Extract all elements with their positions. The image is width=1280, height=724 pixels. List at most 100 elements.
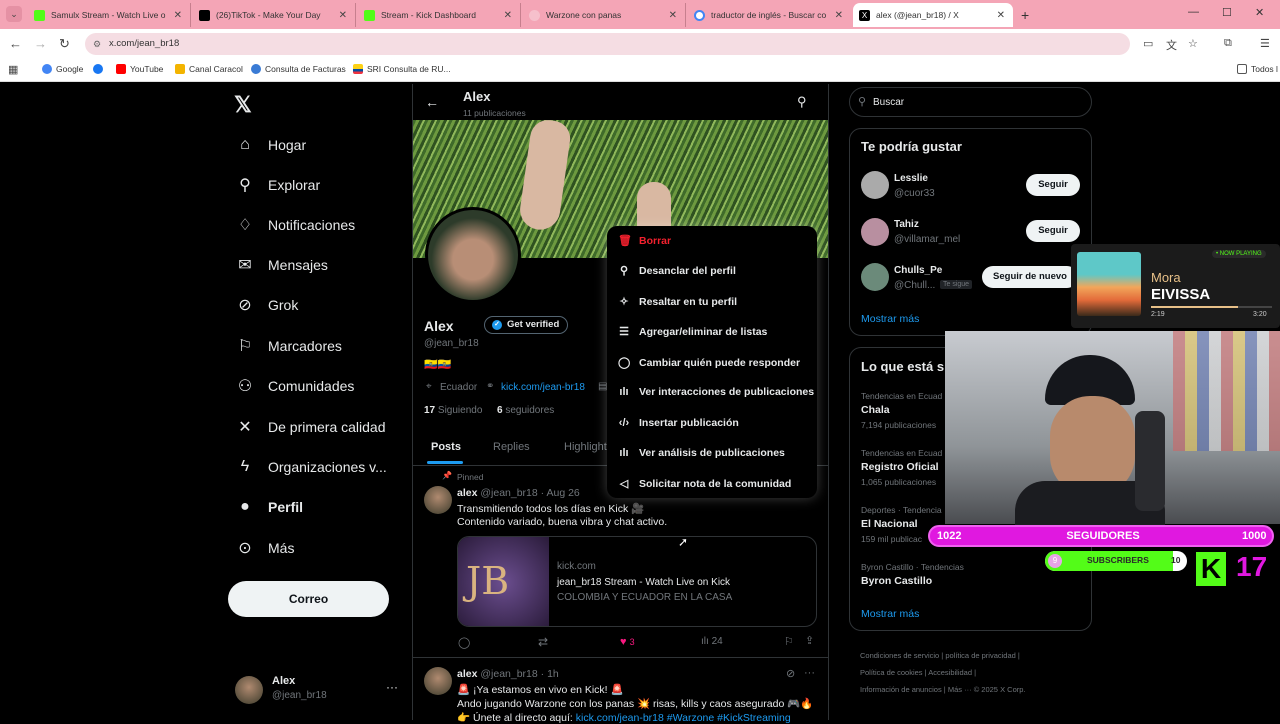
tab-kick-dashboard[interactable]: Stream - Kick Dashboard ✕: [358, 3, 521, 27]
search-input[interactable]: ⚲ Buscar: [849, 87, 1092, 117]
post-time[interactable]: · 1h: [541, 668, 559, 680]
search-icon[interactable]: ⚲: [797, 94, 807, 110]
like-button[interactable]: ♥ 3: [620, 636, 635, 648]
tab-samulx[interactable]: Samulx Stream - Watch Live on ✕: [28, 3, 191, 27]
post-avatar[interactable]: [424, 667, 452, 695]
reload-icon[interactable]: ↻: [59, 36, 70, 52]
nav-bookmarks[interactable]: ⚐ Marcadores: [235, 331, 342, 361]
suggested-user-name[interactable]: Lesslie: [894, 173, 928, 184]
bookmark-facturas[interactable]: Consulta de Facturas: [251, 64, 346, 74]
menu-embed[interactable]: ‹/› Insertar publicación: [618, 417, 739, 429]
cast-icon[interactable]: ▭: [1143, 37, 1153, 50]
following-link[interactable]: 17 Siguiendo: [424, 405, 482, 416]
nav-notifications[interactable]: ♢ Notificaciones: [235, 210, 355, 240]
tab-close-icon[interactable]: ✕: [339, 10, 347, 21]
avatar[interactable]: [861, 263, 889, 291]
nav-home[interactable]: ⌂ Hogar: [235, 130, 306, 160]
post-time[interactable]: · Aug 26: [541, 487, 580, 499]
nav-profile[interactable]: ● Perfil: [235, 492, 303, 522]
footer-link[interactable]: Política de cookies: [860, 668, 923, 677]
post-link[interactable]: kick.com/jean-br18 #Warzone #KickStreami…: [576, 712, 791, 724]
tab-close-icon[interactable]: ✕: [174, 10, 182, 21]
tab-highlights[interactable]: Highlight: [564, 441, 607, 453]
bookmark-sri[interactable]: SRI Consulta de RU...: [353, 64, 451, 74]
get-verified-button[interactable]: ✓ Get verified: [484, 316, 569, 334]
nav-verified-orgs[interactable]: ϟ Organizaciones v...: [235, 452, 387, 482]
follow-button[interactable]: Seguir: [1026, 220, 1080, 242]
tab-close-icon[interactable]: ✕: [669, 10, 677, 21]
trend-name[interactable]: Chala: [861, 404, 890, 416]
menu-highlight[interactable]: ✧ Resaltar en tu perfil: [618, 295, 737, 309]
footer-link[interactable]: Más ···: [948, 685, 972, 694]
followers-link[interactable]: 6 seguidores: [497, 405, 554, 416]
tab-posts[interactable]: Posts: [431, 441, 461, 453]
profile-menu-icon[interactable]: ☰: [1260, 37, 1270, 50]
nav-more[interactable]: ⊙ Más: [235, 533, 294, 563]
share-icon[interactable]: ⇪: [805, 634, 814, 647]
bookmark-facebook[interactable]: [93, 64, 107, 74]
back-icon[interactable]: ←: [9, 36, 22, 51]
account-switcher[interactable]: [235, 676, 263, 704]
tab-x-profile[interactable]: Xalex (@jean_br18) / X ✕: [853, 3, 1013, 27]
post-author-name[interactable]: alex: [457, 668, 477, 680]
bookmark-google[interactable]: Google: [42, 64, 83, 74]
grok-post-icon[interactable]: ⊘: [786, 667, 795, 680]
bookmark-caracol[interactable]: Canal Caracol: [175, 64, 243, 74]
views-button[interactable]: ılı 24: [701, 636, 723, 647]
footer-link[interactable]: Información de anuncios: [860, 685, 942, 694]
site-info-icon[interactable]: ⚙: [93, 33, 101, 55]
follow-back-button[interactable]: Seguir de nuevo: [982, 266, 1078, 288]
nav-explore[interactable]: ⚲ Explorar: [235, 170, 320, 200]
menu-analytics[interactable]: ılı Ver análisis de publicaciones: [618, 447, 785, 459]
tab-search-icon[interactable]: ⌄: [6, 6, 22, 22]
tab-traductor[interactable]: traductor de inglés - Buscar con ✕: [688, 3, 851, 27]
avatar[interactable]: [861, 171, 889, 199]
suggested-user-name[interactable]: Chulls_Pe: [894, 265, 942, 276]
menu-unpin[interactable]: ⚲ Desanclar del perfil: [618, 264, 736, 278]
translate-icon[interactable]: 文: [1166, 37, 1177, 53]
footer-link[interactable]: Accesibilidad: [928, 668, 972, 677]
tab-tiktok[interactable]: (26)TikTok - Make Your Day ✕: [193, 3, 356, 27]
menu-delete[interactable]: 🗑 Borrar: [618, 234, 671, 248]
tab-close-icon[interactable]: ✕: [504, 10, 512, 21]
url-field[interactable]: ⚙ x.com/jean_br18: [85, 33, 1130, 55]
back-arrow-icon[interactable]: ←: [425, 94, 439, 110]
tab-close-icon[interactable]: ✕: [997, 10, 1005, 21]
reply-icon[interactable]: ◯: [458, 636, 470, 649]
show-more-link[interactable]: Mostrar más: [861, 313, 919, 325]
tab-warzone[interactable]: Warzone con panas ✕: [523, 3, 686, 27]
nav-messages[interactable]: ✉ Mensajes: [235, 250, 328, 280]
profile-link[interactable]: kick.com/jean-br18: [501, 382, 585, 393]
tab-replies[interactable]: Replies: [493, 441, 530, 453]
nav-premium[interactable]: ✕ De primera calidad: [235, 412, 385, 442]
post-button[interactable]: Correo: [228, 581, 389, 617]
x-logo-icon[interactable]: 𝕏: [234, 92, 252, 118]
trend-name[interactable]: El Nacional: [861, 518, 918, 530]
menu-post-engagements[interactable]: ılı Ver interacciones de publicaciones: [618, 386, 814, 398]
forward-icon[interactable]: →: [34, 36, 47, 51]
trend-name[interactable]: Registro Oficial: [861, 461, 939, 473]
post-avatar[interactable]: [424, 486, 452, 514]
menu-who-can-reply[interactable]: ◯ Cambiar quién puede responder: [618, 356, 800, 370]
avatar[interactable]: [861, 218, 889, 246]
follow-button[interactable]: Seguir: [1026, 174, 1080, 196]
bookmark-youtube[interactable]: YouTube: [116, 64, 163, 74]
account-more-icon[interactable]: ···: [386, 680, 398, 694]
link-preview-card[interactable]: JB kick.com jean_br18 Stream - Watch Liv…: [457, 536, 817, 627]
trend-name[interactable]: Byron Castillo: [861, 575, 932, 587]
repost-icon[interactable]: ⇄: [538, 635, 548, 649]
menu-lists[interactable]: ☰ Agregar/eliminar de listas: [618, 325, 767, 339]
new-tab-icon[interactable]: +: [1021, 7, 1029, 23]
bookmark-post-icon[interactable]: ⚐: [784, 635, 794, 648]
bookmark-star-icon[interactable]: ☆: [1188, 37, 1198, 50]
apps-grid-icon[interactable]: ▦: [8, 63, 18, 76]
post-author-name[interactable]: alex: [457, 487, 477, 499]
footer-link[interactable]: política de privacidad: [945, 651, 1015, 660]
menu-community-note[interactable]: ◁ Solicitar nota de la comunidad: [618, 477, 792, 491]
bookmark-all[interactable]: Todos l: [1237, 64, 1278, 74]
nav-grok[interactable]: ⊘ Grok: [235, 290, 298, 320]
tab-close-icon[interactable]: ✕: [835, 10, 843, 21]
suggested-user-name[interactable]: Tahiz: [894, 219, 919, 230]
post-more-icon[interactable]: ···: [804, 667, 815, 679]
nav-communities[interactable]: ⚇ Comunidades: [235, 371, 355, 401]
